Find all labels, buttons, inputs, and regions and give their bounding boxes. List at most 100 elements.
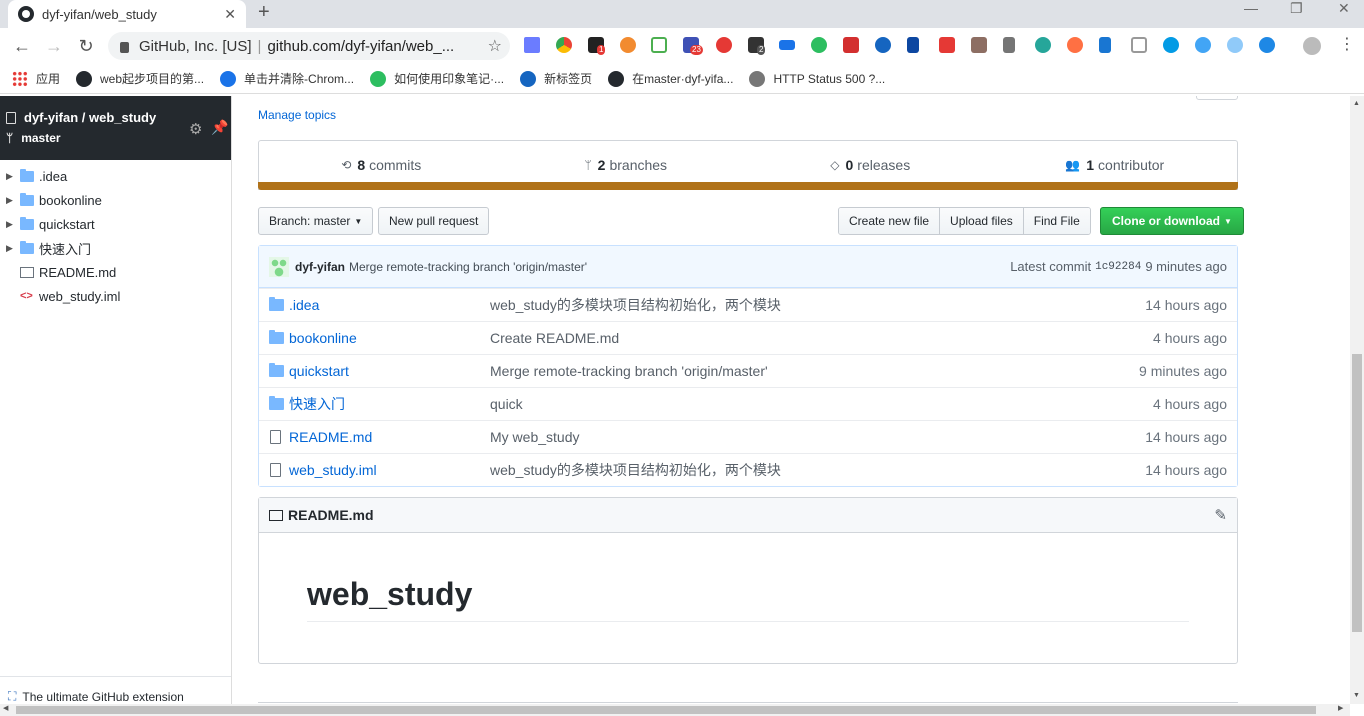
extension-icon[interactable]: [1067, 37, 1083, 53]
scrollbar-thumb[interactable]: [16, 706, 1316, 714]
extension-icon[interactable]: [1163, 37, 1179, 53]
bookmark-extension-icon[interactable]: [1099, 37, 1111, 53]
create-new-file-button[interactable]: Create new file: [839, 208, 940, 234]
reload-icon[interactable]: ↻: [74, 34, 98, 58]
scroll-up-icon[interactable]: ▲: [1353, 100, 1360, 107]
extension-icon[interactable]: [1131, 37, 1147, 53]
file-age: 4 hours ago: [1153, 396, 1227, 412]
image-extension-icon[interactable]: [971, 37, 987, 53]
chevron-right-icon[interactable]: ▶: [6, 219, 20, 230]
bookmark-item[interactable]: 在master·dyf-yifa...: [608, 70, 733, 87]
extension-icon[interactable]: [620, 37, 636, 53]
commit-message[interactable]: Merge remote-tracking branch 'origin/mas…: [349, 260, 1010, 274]
extension-icon[interactable]: [1195, 37, 1211, 53]
scrollbar-thumb[interactable]: [1352, 354, 1362, 632]
scroll-left-icon[interactable]: ◀: [3, 704, 8, 712]
latest-commit-label: Latest commit: [1010, 259, 1092, 274]
leaf-extension-icon[interactable]: [1227, 37, 1243, 53]
bookmark-item[interactable]: 新标签页: [520, 70, 592, 87]
extension-icon[interactable]: [524, 37, 540, 53]
language-bar[interactable]: [258, 182, 1238, 190]
pin-icon[interactable]: 📌: [211, 119, 228, 136]
tree-item-idea[interactable]: ▶ .idea: [0, 164, 231, 188]
back-icon[interactable]: ←: [10, 34, 34, 58]
extension-icon[interactable]: [907, 37, 919, 53]
bookmark-item[interactable]: 如何使用印象笔记·...: [370, 70, 504, 87]
file-name-link[interactable]: .idea: [289, 297, 490, 313]
chevron-right-icon[interactable]: ▶: [6, 171, 20, 182]
file-commit-message[interactable]: Create README.md: [490, 330, 1153, 346]
window-close-icon[interactable]: ✕: [1338, 0, 1350, 20]
extension-badge: 23: [690, 45, 703, 55]
file-name-link[interactable]: bookonline: [289, 330, 490, 346]
evernote-icon[interactable]: [811, 37, 827, 53]
history-icon: ⟲: [341, 158, 352, 172]
vertical-scrollbar[interactable]: ▲ ▼: [1350, 96, 1364, 704]
browser-toolbar: ← → ↻ GitHub, Inc. [US] | github.com/dyf…: [0, 28, 1364, 64]
tree-item-label: README.md: [39, 264, 117, 280]
commit-author[interactable]: dyf-yifan: [295, 260, 345, 274]
address-bar[interactable]: GitHub, Inc. [US] | github.com/dyf-yifan…: [108, 32, 510, 60]
tree-item-readme[interactable]: README.md: [0, 260, 231, 284]
site-identity: GitHub, Inc. [US]: [139, 37, 252, 55]
browser-tab[interactable]: dyf-yifan/web_study ✕: [8, 0, 246, 28]
chevron-right-icon[interactable]: ▶: [6, 243, 20, 254]
omnibox-separator: |: [257, 37, 262, 55]
find-file-button[interactable]: Find File: [1022, 208, 1090, 234]
scroll-right-icon[interactable]: ▶: [1338, 704, 1343, 712]
new-pull-request-button[interactable]: New pull request: [378, 207, 490, 235]
file-age: 14 hours ago: [1145, 462, 1227, 478]
tree-item-bookonline[interactable]: ▶ bookonline: [0, 188, 231, 212]
profile-avatar-icon[interactable]: [1303, 37, 1321, 55]
tab-close-icon[interactable]: ✕: [224, 6, 236, 23]
extension-icon[interactable]: [843, 37, 859, 53]
horizontal-scrollbar[interactable]: ◀ ▶: [0, 704, 1350, 716]
new-tab-button[interactable]: +: [258, 0, 270, 24]
bookmark-item[interactable]: HTTP Status 500 ?...: [749, 70, 885, 87]
commit-sha[interactable]: 1c92284: [1095, 261, 1141, 273]
branch-select-button[interactable]: Branch: master ▼: [258, 207, 374, 235]
forward-icon[interactable]: →: [42, 34, 66, 58]
chevron-right-icon[interactable]: ▶: [6, 195, 20, 206]
extension-icon[interactable]: [779, 40, 795, 50]
tree-item-quickstart[interactable]: ▶ quickstart: [0, 212, 231, 236]
file-name-link[interactable]: quickstart: [289, 363, 490, 379]
file-commit-message[interactable]: quick: [490, 396, 1153, 412]
extension-icon[interactable]: [1259, 37, 1275, 53]
pencil-icon[interactable]: ✎: [1214, 506, 1227, 524]
chrome-extension-icon[interactable]: [556, 37, 572, 53]
weibo-icon[interactable]: [716, 37, 732, 53]
avatar[interactable]: [269, 256, 289, 277]
bookmark-apps[interactable]: 应用: [12, 70, 60, 87]
file-commit-message[interactable]: web_study的多模块项目结构初始化，两个模块: [490, 295, 1145, 315]
folder-icon: [20, 240, 34, 254]
file-commit-message[interactable]: web_study的多模块项目结构初始化，两个模块: [490, 460, 1145, 480]
bookmark-item[interactable]: web起步项目的第...: [76, 70, 204, 87]
edit-topics-button[interactable]: [1196, 96, 1238, 100]
restore-icon[interactable]: ❐: [1290, 0, 1303, 20]
file-commit-message[interactable]: My web_study: [490, 429, 1145, 445]
octotree-sidebar: dyf-yifan / web_study ᛘ master ⚙ 📌 ▶ .id…: [0, 96, 232, 716]
github-extension-icon[interactable]: [875, 37, 891, 53]
file-name-link[interactable]: README.md: [289, 429, 490, 445]
people-icon: 👥: [1065, 158, 1081, 172]
file-commit-message[interactable]: Merge remote-tracking branch 'origin/mas…: [490, 363, 1139, 379]
clone-download-button[interactable]: Clone or download ▼: [1100, 207, 1244, 235]
wrench-icon[interactable]: [1003, 37, 1015, 53]
tree-item-quick-intro[interactable]: ▶ 快速入门: [0, 236, 231, 260]
extension-icon[interactable]: [651, 37, 667, 53]
file-age: 14 hours ago: [1145, 297, 1227, 313]
extension-icon[interactable]: [1035, 37, 1051, 53]
gear-icon[interactable]: ⚙: [189, 120, 202, 138]
manage-topics-link[interactable]: Manage topics: [258, 108, 336, 122]
file-name-link[interactable]: 快速入门: [289, 394, 490, 414]
browser-menu-icon[interactable]: ⋮: [1339, 34, 1355, 54]
minimize-icon[interactable]: —: [1244, 0, 1258, 20]
tree-item-iml[interactable]: <> web_study.iml: [0, 284, 231, 308]
bookmark-item[interactable]: 单击并清除-Chrom...: [220, 70, 354, 87]
upload-files-button[interactable]: Upload files: [939, 208, 1023, 234]
file-name-link[interactable]: web_study.iml: [289, 462, 490, 478]
scroll-down-icon[interactable]: ▼: [1353, 692, 1360, 699]
bookmark-star-icon[interactable]: ☆: [488, 36, 502, 56]
extension-icon[interactable]: [939, 37, 955, 53]
